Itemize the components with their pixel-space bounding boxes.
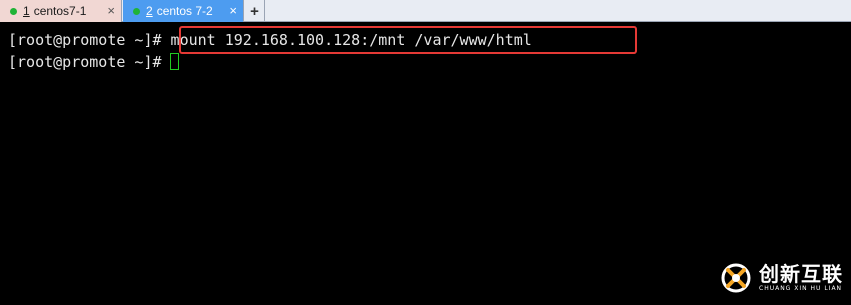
terminal-window: 1 centos7-1 × 2 centos 7-2 × + [root@pro… [0,0,851,305]
watermark-subtitle: CHUANG XIN HU LIAN [759,285,843,292]
tab-label: centos7-1 [33,4,87,18]
tab-number: 1 [23,4,30,18]
connected-status-icon [133,7,140,15]
tab-centos7-1[interactable]: 1 centos7-1 × [0,0,122,22]
terminal-line: [root@promote ~]# [8,52,179,72]
close-tab-icon[interactable]: × [229,3,237,19]
new-tab-button[interactable]: + [245,0,265,22]
terminal-cursor [169,53,179,70]
connected-status-icon [10,7,17,15]
watermark-title: 创新互联 [759,262,843,286]
command-highlight-box [179,26,637,54]
tab-centos7-2[interactable]: 2 centos 7-2 × [123,0,244,22]
terminal-area[interactable]: [root@promote ~]# mount 192.168.100.128:… [0,22,851,305]
tab-label: centos 7-2 [156,4,213,18]
watermark-logo: 创新互联 CHUANG XIN HU LIAN [719,261,843,295]
close-tab-icon[interactable]: × [107,3,115,19]
tab-bar: 1 centos7-1 × 2 centos 7-2 × + [0,0,851,22]
shell-prompt: [root@promote ~]# [8,53,162,71]
tab-number: 2 [146,4,153,18]
shell-prompt: [root@promote ~]# [8,31,162,49]
logo-icon [721,263,751,293]
